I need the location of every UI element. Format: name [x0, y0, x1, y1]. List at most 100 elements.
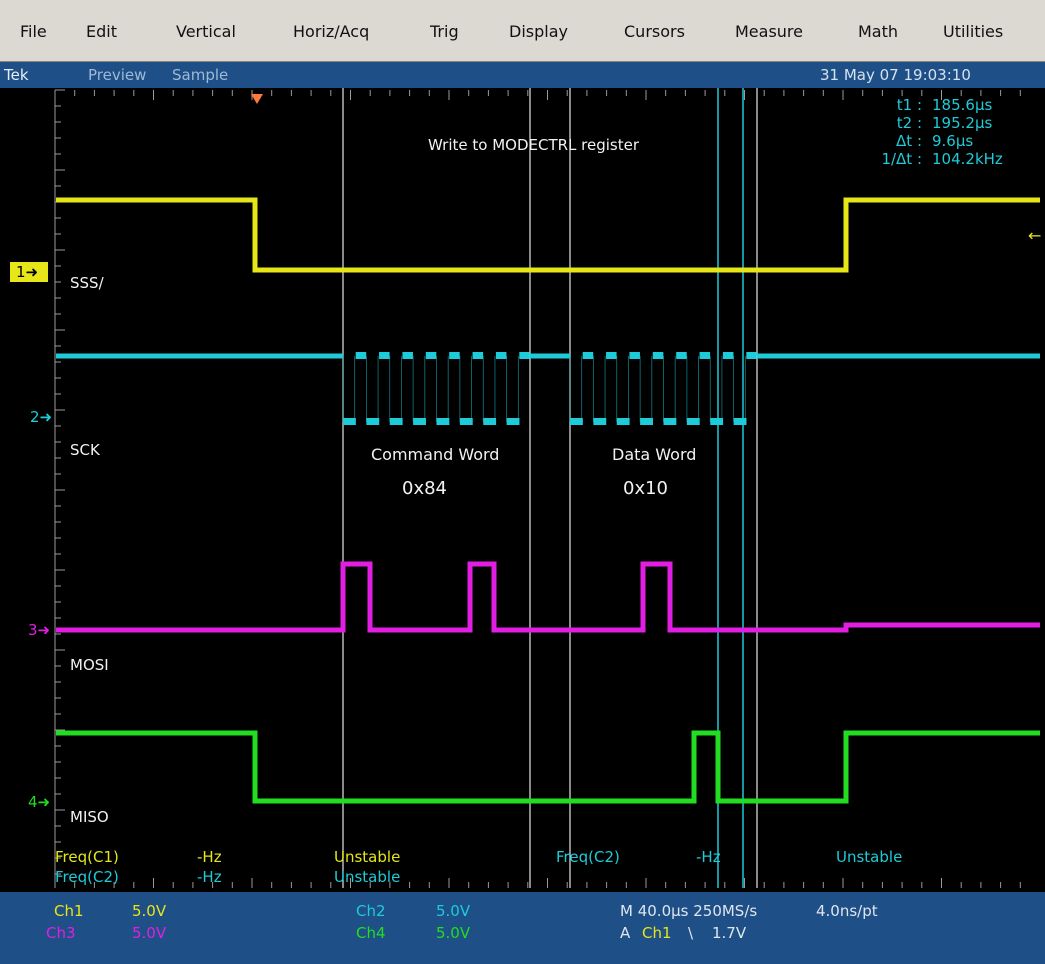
ch2-clock-high	[606, 352, 617, 359]
status-bar: Tek Preview Sample 31 May 07 19:03:10	[0, 62, 1045, 88]
menu-utilities[interactable]: Utilities	[943, 22, 1003, 41]
ch2-clock-high	[746, 352, 757, 359]
ch2-clock-high	[472, 352, 484, 359]
channel-2-marker[interactable]: 2➜	[30, 408, 52, 426]
ch2-clock-low	[459, 418, 473, 425]
menu-cursors[interactable]: Cursors	[624, 22, 685, 41]
annotation-data-word: Data Word	[612, 445, 697, 464]
measurement-value: -Hz	[197, 848, 222, 866]
channel-2-marker-label: 2	[30, 408, 40, 426]
channel-4-marker-label: 4	[28, 793, 38, 811]
ch2-clock-low	[640, 418, 653, 425]
menu-trig[interactable]: Trig	[430, 22, 459, 41]
measurement-label: Freq(C2)	[55, 868, 119, 886]
channel-3-marker-label: 3	[28, 621, 38, 639]
ch4-scale[interactable]: 5.0V	[436, 924, 470, 942]
measurement-row-1: Freq(C1) -Hz Unstable Freq(C2) -Hz Unsta…	[0, 848, 1045, 868]
delta-t-value: 9.6µs	[932, 132, 974, 150]
trigger-level[interactable]: 1.7V	[712, 924, 746, 942]
ch2-clock-low	[366, 418, 380, 425]
ch2-clock-low	[570, 418, 583, 425]
menu-edit[interactable]: Edit	[86, 22, 117, 41]
ch2-clock-low	[686, 418, 700, 425]
ch2-clock-high	[495, 352, 507, 359]
channel-2-name: SCK	[70, 441, 100, 459]
trigger-level-arrow-icon: ←	[1028, 226, 1042, 245]
t1-value: 185.6µs	[932, 96, 993, 114]
resolution: 4.0ns/pt	[816, 902, 878, 920]
arrow-right-icon: ➜	[37, 621, 51, 639]
ch2-clock-high	[676, 352, 687, 359]
ch2-clock-high	[402, 352, 413, 359]
measurement-value: -Hz	[696, 848, 721, 866]
date-time: 31 May 07 19:03:10	[820, 66, 971, 84]
ch1-trace	[56, 197, 1040, 273]
ch2-clock-low	[733, 418, 747, 425]
menu-display[interactable]: Display	[509, 22, 568, 41]
measurement-status: Unstable	[334, 848, 401, 866]
preview-label: Preview	[88, 66, 147, 84]
arrow-right-icon: ➜	[39, 408, 53, 426]
measurement-label: Freq(C1)	[55, 848, 119, 866]
annotation-title: Write to MODECTRL register	[428, 136, 640, 154]
menu-file[interactable]: File	[20, 22, 47, 41]
trigger-position-icon	[251, 94, 263, 104]
ch2-clock-high	[425, 352, 437, 359]
ch2-clock-high	[629, 352, 640, 359]
channel-4-marker[interactable]: 4➜	[28, 793, 50, 811]
ch4-trace	[56, 730, 1040, 804]
inverse-delta-t-label: 1/Δt :	[881, 150, 922, 168]
measurement-label: Freq(C2)	[556, 848, 620, 866]
arrow-right-icon: ➜	[37, 793, 51, 811]
menu-vertical[interactable]: Vertical	[176, 22, 236, 41]
acquisition-mode: Sample	[172, 66, 229, 84]
ch2-clock-low	[593, 418, 607, 425]
ch2-clock-high	[449, 352, 460, 359]
ch2-clock-low	[506, 418, 520, 425]
brand-label: Tek	[4, 66, 29, 84]
ch2-clock-high	[699, 352, 711, 359]
channel-1-marker[interactable]: 1➜	[10, 262, 48, 282]
annotation-command-value: 0x84	[402, 478, 448, 499]
menu-horiz-acq[interactable]: Horiz/Acq	[293, 22, 369, 41]
ch2-clock-low	[663, 418, 677, 425]
arrow-right-icon: ➜	[25, 263, 39, 281]
ch3-scale[interactable]: 5.0V	[132, 924, 166, 942]
ch2-clock-high	[652, 352, 664, 359]
t1-label: t1 :	[896, 96, 922, 114]
ch2-clock-low	[413, 418, 426, 425]
channel-1-name: SSS/	[70, 274, 104, 292]
measurement-value: -Hz	[197, 868, 222, 886]
ch2-clock-low	[616, 418, 630, 425]
menu-math[interactable]: Math	[858, 22, 898, 41]
ch2-clock-low	[389, 418, 403, 425]
trigger-slope-icon: \	[688, 924, 694, 942]
ch2-clock-high	[519, 352, 530, 359]
ch2-clock-low	[343, 418, 356, 425]
trigger-a-label: A	[620, 924, 631, 942]
ch1-scale[interactable]: 5.0V	[132, 902, 166, 920]
channel-1-marker-label: 1	[16, 263, 26, 281]
ch1-label[interactable]: Ch1	[54, 902, 84, 920]
ch2-clock-high	[355, 352, 367, 359]
annotation-data-value: 0x10	[623, 478, 669, 499]
ch2-scale[interactable]: 5.0V	[436, 902, 470, 920]
annotation-command-word: Command Word	[371, 445, 500, 464]
trigger-source[interactable]: Ch1	[642, 924, 672, 942]
ch2-clock-low	[710, 418, 724, 425]
t2-label: t2 :	[896, 114, 922, 132]
menu-measure[interactable]: Measure	[735, 22, 803, 41]
t2-value: 195.2µs	[932, 114, 993, 132]
ch2-clock-high	[722, 352, 734, 359]
horizontal-scale[interactable]: M 40.0µs 250MS/s	[620, 902, 757, 920]
ch3-label[interactable]: Ch3	[46, 924, 76, 942]
ch4-label[interactable]: Ch4	[356, 924, 386, 942]
ch2-label[interactable]: Ch2	[356, 902, 386, 920]
channel-3-name: MOSI	[70, 656, 109, 674]
channel-3-marker[interactable]: 3➜	[28, 621, 50, 639]
waveform-display[interactable]	[0, 88, 1045, 892]
measurement-status: Unstable	[836, 848, 903, 866]
inverse-delta-t-value: 104.2kHz	[932, 150, 1003, 168]
channel-4-name: MISO	[70, 808, 109, 826]
ch2-clock-high	[582, 352, 594, 359]
